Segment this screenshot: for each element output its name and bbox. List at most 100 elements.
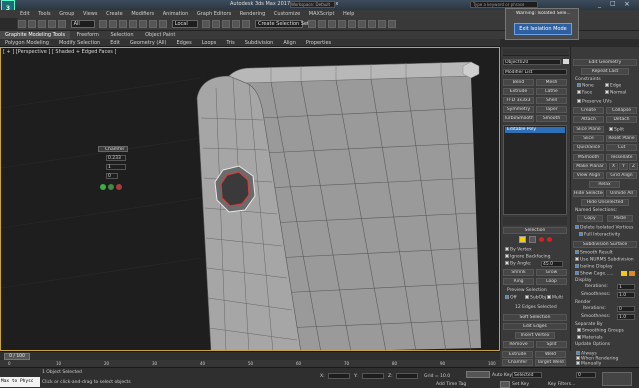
bind-space-warp-icon[interactable] bbox=[58, 20, 66, 28]
chamfer-amount-field[interactable]: 0.233 bbox=[106, 155, 126, 161]
menu-item[interactable]: Group bbox=[59, 11, 74, 17]
menu-item[interactable]: Views bbox=[83, 11, 97, 17]
copy-button[interactable]: Copy bbox=[577, 215, 603, 222]
subdivision-surface-rollout[interactable]: Subdivision Surface bbox=[573, 241, 637, 248]
grid-align-button[interactable]: Grid Align bbox=[606, 172, 637, 179]
tessellate-button[interactable]: Tessellate bbox=[606, 154, 637, 161]
show-cage-checkbox[interactable]: Show Cage...... bbox=[575, 271, 614, 277]
ribbon-edges[interactable]: Edges bbox=[172, 39, 197, 46]
symmetry-button[interactable]: Symmetry bbox=[503, 106, 534, 113]
workspace-selector[interactable]: Workspace: Default bbox=[290, 1, 335, 8]
planar-y-button[interactable]: Y bbox=[619, 163, 628, 170]
object-name-field[interactable]: Object020 bbox=[503, 59, 561, 65]
ribbon-align[interactable]: Align bbox=[278, 39, 301, 46]
menu-item[interactable]: Modifiers bbox=[131, 11, 154, 17]
menu-item[interactable]: Rendering bbox=[240, 11, 266, 17]
angle-snap-icon[interactable] bbox=[222, 20, 231, 28]
slice-plane-button[interactable]: Slice Plane bbox=[573, 126, 604, 133]
link-icon[interactable] bbox=[38, 20, 46, 28]
by-vertex-checkbox[interactable]: By Vertex bbox=[505, 247, 532, 253]
edit-edges-rollout[interactable]: Edit Edges bbox=[503, 323, 567, 330]
tab-graphite-modeling[interactable]: Graphite Modeling Tools bbox=[0, 31, 71, 39]
quickslice-button[interactable]: QuickSlice bbox=[573, 144, 604, 151]
angle-field[interactable]: 45.0 bbox=[541, 261, 563, 267]
redo-icon[interactable] bbox=[28, 20, 36, 28]
maxscript-listener[interactable]: Max to Physc bbox=[0, 377, 40, 387]
unhide-all-button[interactable]: Unhide All bbox=[606, 190, 637, 197]
render-icon[interactable] bbox=[387, 20, 396, 28]
menu-item[interactable]: Graph Editors bbox=[197, 11, 231, 17]
full-interactivity-checkbox[interactable]: Full Interactivity bbox=[579, 232, 620, 238]
edit-geometry-rollout[interactable]: Edit Geometry bbox=[573, 59, 637, 66]
menu-item[interactable]: Edit bbox=[20, 11, 30, 17]
object-color-swatch[interactable] bbox=[563, 59, 569, 64]
grow-button[interactable]: Grow bbox=[536, 269, 567, 276]
mesh-button[interactable]: Mesh bbox=[536, 79, 567, 86]
ring-button[interactable]: Ring bbox=[503, 278, 534, 285]
border-mode-icon[interactable] bbox=[529, 236, 536, 243]
rect-selection-icon[interactable] bbox=[119, 20, 128, 28]
slice-button[interactable]: Slice bbox=[573, 135, 604, 142]
relax-button[interactable]: Relax bbox=[589, 181, 620, 188]
polygon-mode-icon[interactable] bbox=[539, 237, 544, 242]
stack-tools[interactable] bbox=[503, 217, 567, 225]
preserve-uvs-checkbox[interactable]: Preserve UVs bbox=[577, 99, 612, 105]
constraint-normal-radio[interactable]: Normal bbox=[605, 90, 626, 96]
planar-x-button[interactable]: X bbox=[609, 163, 618, 170]
set-key-label[interactable]: Set Key bbox=[512, 382, 529, 387]
exit-isolation-button[interactable]: Exit Isolation Mode bbox=[514, 23, 572, 35]
pivot-icon[interactable] bbox=[202, 20, 211, 28]
preview-off-radio[interactable]: Off bbox=[505, 295, 517, 301]
soft-selection-rollout[interactable]: Soft Selection bbox=[503, 314, 567, 321]
rotate-icon[interactable] bbox=[149, 20, 158, 28]
close-icon[interactable]: × bbox=[624, 0, 630, 8]
loop-button[interactable]: Loop bbox=[536, 278, 567, 285]
selection-rollout-header[interactable]: Selection bbox=[503, 227, 567, 234]
ribbon-subdivision[interactable]: Subdivision bbox=[240, 39, 279, 46]
scale-icon[interactable] bbox=[159, 20, 168, 28]
menu-item[interactable]: Help bbox=[343, 11, 354, 17]
smoothness-field[interactable]: 1.0 bbox=[617, 292, 635, 298]
render-iterations-field[interactable]: 0 bbox=[617, 306, 635, 312]
time-slider[interactable]: 0 / 100 bbox=[0, 351, 500, 360]
cancel-icon[interactable] bbox=[116, 184, 122, 190]
stack-item-editable-poly[interactable]: Editable Poly bbox=[505, 127, 565, 133]
by-angle-checkbox[interactable]: By Angle: bbox=[505, 261, 532, 267]
shrink-button[interactable]: Shrink bbox=[503, 269, 534, 276]
x-coord-field[interactable] bbox=[328, 373, 350, 379]
smooth-button[interactable]: Smooth bbox=[536, 115, 567, 122]
schematic-icon[interactable] bbox=[347, 20, 356, 28]
hide-unselected-button[interactable]: Hide Unselected bbox=[581, 199, 629, 206]
target-weld-button[interactable]: Target Weld bbox=[535, 359, 566, 366]
extrude-edge-button[interactable]: Extrude bbox=[502, 351, 533, 358]
reference-coord-dropdown[interactable]: Local bbox=[171, 20, 198, 28]
named-selection-dropdown[interactable]: Create Selection Set bbox=[254, 20, 309, 28]
z-coord-field[interactable] bbox=[396, 373, 418, 379]
align-icon[interactable] bbox=[317, 20, 326, 28]
preview-subobj-radio[interactable]: SubObj bbox=[525, 295, 546, 301]
maximize-icon[interactable]: □ bbox=[610, 0, 616, 7]
tab-freeform[interactable]: Freeform bbox=[72, 31, 104, 39]
detach-button[interactable]: Detach bbox=[606, 116, 637, 123]
tab-object-paint[interactable]: Object Paint bbox=[140, 31, 180, 39]
cage-color-swatch[interactable] bbox=[621, 271, 627, 276]
spinner-snap-icon[interactable] bbox=[242, 20, 251, 28]
hide-selected-button[interactable]: Hide Selected bbox=[573, 190, 604, 197]
undo-icon[interactable] bbox=[18, 20, 26, 28]
weld-button[interactable]: Weld bbox=[535, 351, 566, 358]
render-frame-icon[interactable] bbox=[377, 20, 386, 28]
update-manually-radio[interactable]: Manually bbox=[576, 361, 601, 367]
msmooth-button[interactable]: MSmooth bbox=[573, 154, 604, 161]
materials-checkbox[interactable]: Materials bbox=[577, 335, 603, 341]
use-nurms-checkbox[interactable]: Use NURMS Subdivision bbox=[575, 257, 634, 263]
ribbon-geometry[interactable]: Geometry (All) bbox=[125, 39, 172, 46]
bend-button[interactable]: Bend bbox=[503, 79, 534, 86]
menu-item[interactable]: MAXScript bbox=[309, 11, 335, 17]
view-align-button[interactable]: View Align bbox=[573, 172, 604, 179]
ribbon-loops[interactable]: Loops bbox=[197, 39, 222, 46]
paste-button[interactable]: Paste bbox=[607, 215, 633, 222]
snap-icon[interactable] bbox=[212, 20, 221, 28]
lathe-button[interactable]: Lathe bbox=[536, 88, 567, 95]
selection-filter-dropdown[interactable]: All bbox=[70, 20, 95, 28]
command-panel-tabs[interactable] bbox=[503, 49, 569, 56]
